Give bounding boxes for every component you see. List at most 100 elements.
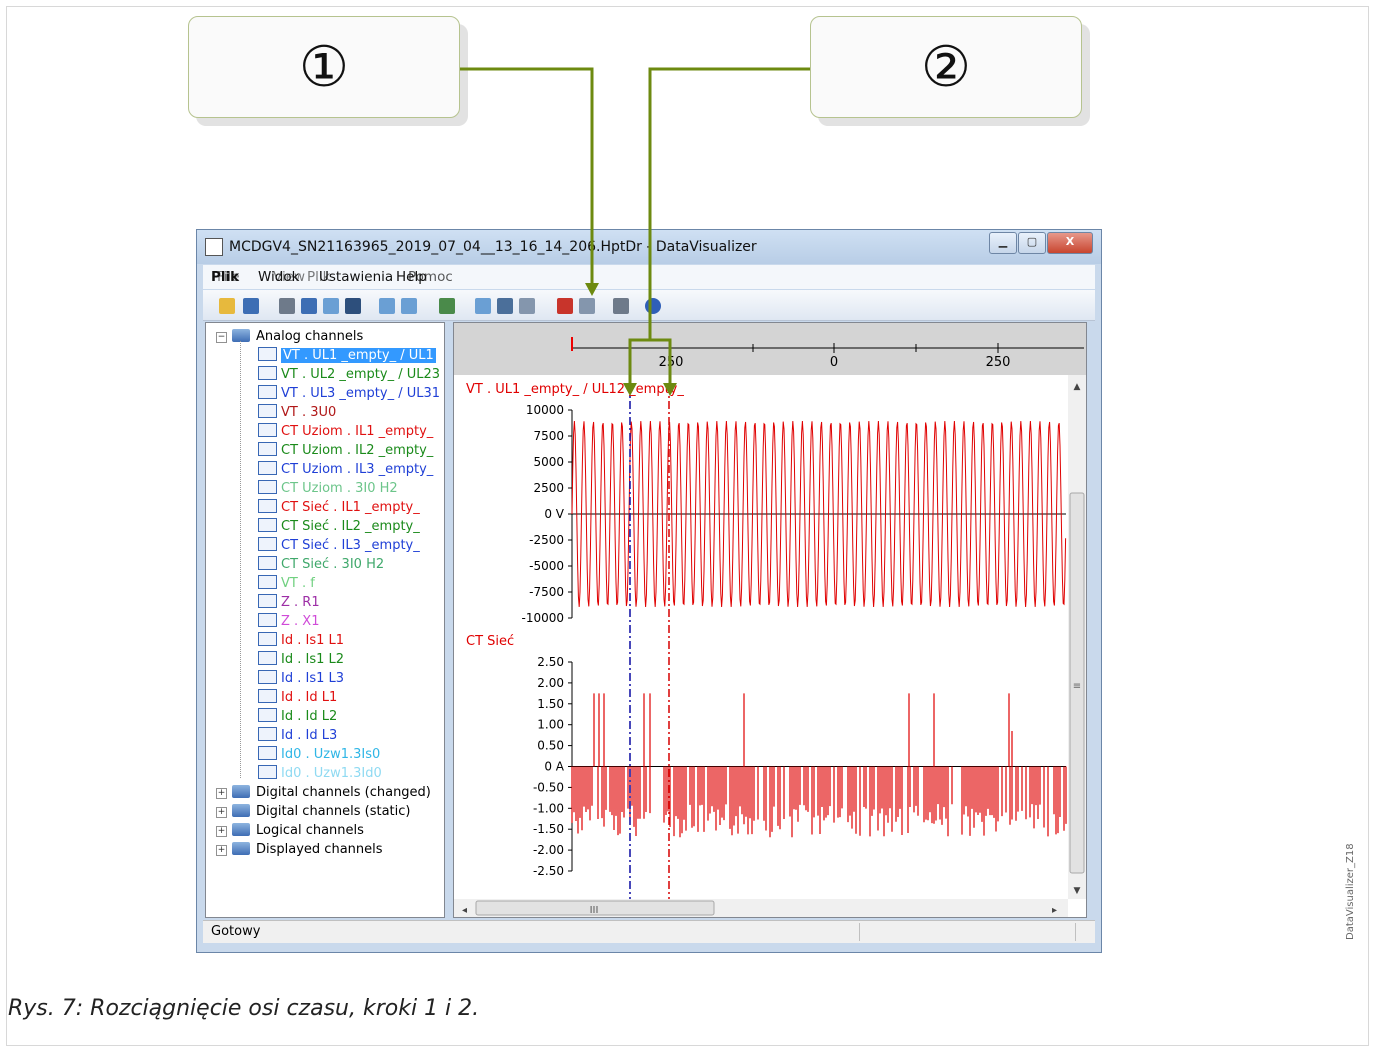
waveform-channel-icon bbox=[258, 461, 277, 475]
waveform-channel-icon bbox=[258, 594, 277, 608]
channels-icon[interactable] bbox=[279, 298, 295, 314]
waveform-channel-icon bbox=[258, 746, 277, 760]
tree-channel-item[interactable]: CT Uziom . IL3 _empty_ bbox=[258, 461, 433, 479]
tree-channel-label: CT Uziom . IL3 _empty_ bbox=[281, 462, 434, 477]
tree-channel-item[interactable]: Id . Id L1 bbox=[258, 689, 337, 707]
table-icon[interactable] bbox=[323, 298, 339, 314]
waveform-channel-icon bbox=[258, 404, 277, 418]
grid-icon[interactable] bbox=[401, 298, 417, 314]
figure-id: DataVisualizer_Z18 bbox=[1345, 843, 1356, 940]
tree-channel-item[interactable]: Id . Is1 L2 bbox=[258, 651, 344, 669]
panel2-tick-label: 0 A bbox=[544, 760, 564, 774]
help-icon[interactable] bbox=[645, 298, 661, 314]
waveform-channel-icon bbox=[258, 651, 277, 665]
tree-channel-label: CT Uziom . IL2 _empty_ bbox=[281, 443, 434, 458]
waveform-channel-icon bbox=[258, 537, 277, 551]
panel1-tick-label: -2500 bbox=[529, 533, 564, 547]
tree-channel-item[interactable]: Id . Is1 L1 bbox=[258, 632, 344, 650]
panel2-spikes bbox=[571, 693, 1067, 838]
zoom-1to1-icon[interactable] bbox=[475, 298, 491, 314]
menu-help-overlay: Pomoc bbox=[408, 269, 453, 285]
panel1-tick-label: 10000 bbox=[526, 403, 564, 417]
compress-time-axis-icon[interactable] bbox=[579, 298, 595, 314]
tree-channel-item[interactable]: VT . UL1 _empty_ / UL1 bbox=[258, 347, 436, 365]
waveform-channel-icon bbox=[258, 499, 277, 513]
waveform-channel-icon bbox=[258, 689, 277, 703]
tree-channel-label: CT Sieć . IL3 _empty_ bbox=[281, 538, 420, 553]
scroll-down-icon: ▼ bbox=[1074, 886, 1081, 896]
tree-channel-item[interactable]: CT Sieć . 3I0 H2 bbox=[258, 556, 384, 574]
close-button[interactable]: X bbox=[1047, 232, 1093, 254]
window-title: MCDGV4_SN21163965_2019_07_04__13_16_14_2… bbox=[229, 239, 757, 255]
tree-channel-item[interactable]: Id . Id L3 bbox=[258, 727, 337, 745]
tree-channel-label: VT . UL3 _empty_ / UL31 bbox=[281, 386, 441, 401]
tree-channel-item[interactable]: Id0 . Uzw1.3Id0 bbox=[258, 765, 382, 783]
tree-channel-label: Id0 . Uzw1.3Is0 bbox=[281, 747, 381, 762]
expand-icon[interactable]: + bbox=[216, 807, 227, 818]
waveform-channel-icon bbox=[258, 575, 277, 589]
stretch-time-axis-icon[interactable] bbox=[557, 298, 573, 314]
expand-icon[interactable]: + bbox=[216, 826, 227, 837]
tree-channel-item[interactable]: Id . Id L2 bbox=[258, 708, 337, 726]
tree-channel-item[interactable]: CT Uziom . IL1 _empty_ bbox=[258, 423, 433, 441]
tree-guide-line bbox=[240, 341, 241, 778]
tree-channel-label: Id . Id L1 bbox=[281, 690, 338, 705]
tree-channel-label: Z . R1 bbox=[281, 595, 320, 610]
tree-channel-item[interactable]: VT . UL2 _empty_ / UL23 bbox=[258, 366, 440, 384]
panel1-tick-label: 7500 bbox=[533, 429, 564, 443]
tree-channel-label: CT Uziom . IL1 _empty_ bbox=[281, 424, 434, 439]
tree-channel-item[interactable]: Z . R1 bbox=[258, 594, 320, 612]
zoom-out-icon[interactable] bbox=[519, 298, 535, 314]
collapse-icon[interactable]: − bbox=[216, 332, 227, 343]
status-bar: Gotowy bbox=[203, 920, 1095, 943]
scroll-left-icon: ◂ bbox=[462, 905, 467, 916]
panel2-tick-label: -2.00 bbox=[533, 843, 564, 857]
open-icon[interactable] bbox=[219, 298, 235, 314]
tree-channel-item[interactable]: Id . Is1 L3 bbox=[258, 670, 344, 688]
tree-icon[interactable] bbox=[301, 298, 317, 314]
panel1-tick-label: 5000 bbox=[533, 455, 564, 469]
tree-channel-item[interactable]: VT . UL3 _empty_ / UL31 bbox=[258, 385, 440, 403]
expand-icon[interactable]: + bbox=[216, 845, 227, 856]
tree-channel-label: Id . Id L3 bbox=[281, 728, 338, 743]
waveform-channel-icon bbox=[258, 347, 277, 361]
tree-group-label: Logical channels bbox=[256, 823, 364, 838]
waveform-channel-icon bbox=[258, 385, 277, 399]
callout-step-2: ② bbox=[810, 16, 1082, 118]
menu-bar: Plik File Widok View Ustawienia Plik Hel… bbox=[203, 265, 1095, 289]
folder-icon bbox=[232, 842, 250, 855]
tree-channel-item[interactable]: CT Uziom . 3I0 H2 bbox=[258, 480, 398, 498]
waveform-channel-icon bbox=[258, 366, 277, 380]
save-icon[interactable] bbox=[243, 298, 259, 314]
tree-channel-item[interactable]: VT . f bbox=[258, 575, 315, 593]
expand-icon[interactable]: + bbox=[216, 788, 227, 799]
tree-channel-item[interactable]: Id0 . Uzw1.3Is0 bbox=[258, 746, 380, 764]
maximize-button[interactable]: ▢ bbox=[1018, 232, 1046, 254]
tree-channel-item[interactable]: CT Sieć . IL2 _empty_ bbox=[258, 518, 420, 536]
waveform-channel-icon bbox=[258, 556, 277, 570]
folder-icon bbox=[232, 785, 250, 798]
tree-channel-item[interactable]: Z . X1 bbox=[258, 613, 319, 631]
panel2-tick-label: 0.50 bbox=[537, 739, 564, 753]
waveform-channel-icon bbox=[258, 442, 277, 456]
waveform-icon[interactable] bbox=[379, 298, 395, 314]
tree-channel-item[interactable]: VT . 3U0 bbox=[258, 404, 336, 422]
folder-icon bbox=[232, 804, 250, 817]
waveform-channel-icon bbox=[258, 518, 277, 532]
tree-channel-item[interactable]: CT Sieć . IL3 _empty_ bbox=[258, 537, 420, 555]
tree-channel-item[interactable]: CT Sieć . IL1 _empty_ bbox=[258, 499, 420, 517]
app-icon bbox=[205, 238, 223, 256]
tree-group-label: Displayed channels bbox=[256, 842, 383, 857]
tree-channel-item[interactable]: CT Uziom . IL2 _empty_ bbox=[258, 442, 433, 460]
export-icon[interactable] bbox=[439, 298, 455, 314]
plot-canvas: 250 0 250VT . UL1 _empty_ / UL12 _empty_10… bbox=[454, 323, 1086, 917]
panel-icon[interactable] bbox=[345, 298, 361, 314]
zoom-in-icon[interactable] bbox=[497, 298, 513, 314]
tree-group-label: Digital channels (changed) bbox=[256, 785, 431, 800]
print-icon[interactable] bbox=[613, 298, 629, 314]
waveform-channel-icon bbox=[258, 765, 277, 779]
tree-channel-label: Id0 . Uzw1.3Id0 bbox=[281, 766, 382, 781]
panel2-tick-label: -1.00 bbox=[533, 801, 564, 815]
tree-channel-label: Id . Id L2 bbox=[281, 709, 338, 724]
minimize-button[interactable]: ▁ bbox=[989, 232, 1017, 254]
